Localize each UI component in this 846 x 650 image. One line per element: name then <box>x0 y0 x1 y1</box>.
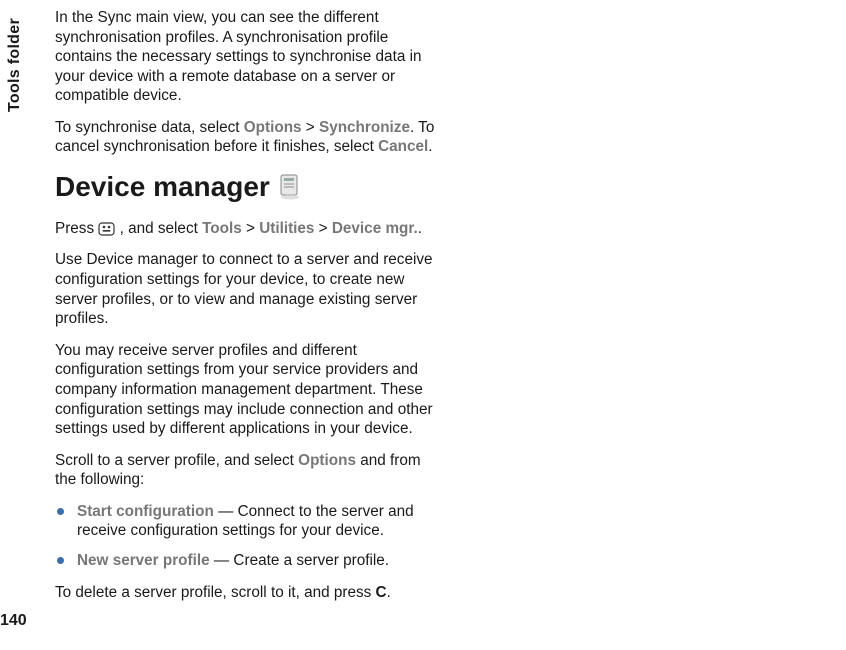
list-item: Start configuration — Connect to the ser… <box>55 502 435 541</box>
paragraph-sync-action: To synchronise data, select Options > Sy… <box>55 118 435 157</box>
heading-text: Device manager <box>55 169 270 205</box>
list-item: New server profile — Create a server pro… <box>55 551 435 571</box>
menu-options: Options <box>244 119 302 136</box>
option-start-configuration: Start configuration <box>77 503 214 520</box>
heading-device-manager: Device manager <box>55 169 435 205</box>
separator: > <box>242 220 259 237</box>
separator: > <box>314 220 331 237</box>
option-desc: — Create a server profile. <box>210 552 389 569</box>
separator: > <box>302 119 319 136</box>
key-c: C <box>376 584 387 601</box>
text: To delete a server profile, scroll to it… <box>55 584 376 601</box>
paragraph-delete-profile: To delete a server profile, scroll to it… <box>55 583 435 603</box>
text: , and select <box>115 220 202 237</box>
text: . <box>428 138 432 155</box>
option-new-server-profile: New server profile <box>77 552 210 569</box>
page-content: In the Sync main view, you can see the d… <box>55 8 838 642</box>
menu-synchronize: Synchronize <box>319 119 410 136</box>
menu-key-icon <box>98 222 115 236</box>
device-manager-icon <box>278 173 302 201</box>
text: Scroll to a server profile, and select <box>55 452 298 469</box>
text: Press <box>55 220 98 237</box>
paragraph-scroll-select: Scroll to a server profile, and select O… <box>55 451 435 490</box>
menu-device-mgr: Device mgr. <box>332 220 418 237</box>
page-number: 140 <box>0 612 27 630</box>
paragraph-nav-device-mgr: Press , and select Tools > Utilities > D… <box>55 219 435 239</box>
text: To synchronise data, select <box>55 119 244 136</box>
section-tab-label: Tools folder <box>6 18 24 112</box>
menu-cancel: Cancel <box>378 138 428 155</box>
paragraph-device-mgr-desc: Use Device manager to connect to a serve… <box>55 250 435 328</box>
text: . <box>387 584 391 601</box>
menu-options-2: Options <box>298 452 356 469</box>
options-list: Start configuration — Connect to the ser… <box>55 502 435 571</box>
section-tab: Tools folder <box>2 0 28 130</box>
menu-tools: Tools <box>202 220 242 237</box>
menu-utilities: Utilities <box>259 220 314 237</box>
paragraph-sync-overview: In the Sync main view, you can see the d… <box>55 8 435 106</box>
text: . <box>418 220 422 237</box>
paragraph-server-profiles: You may receive server profiles and diff… <box>55 341 435 439</box>
